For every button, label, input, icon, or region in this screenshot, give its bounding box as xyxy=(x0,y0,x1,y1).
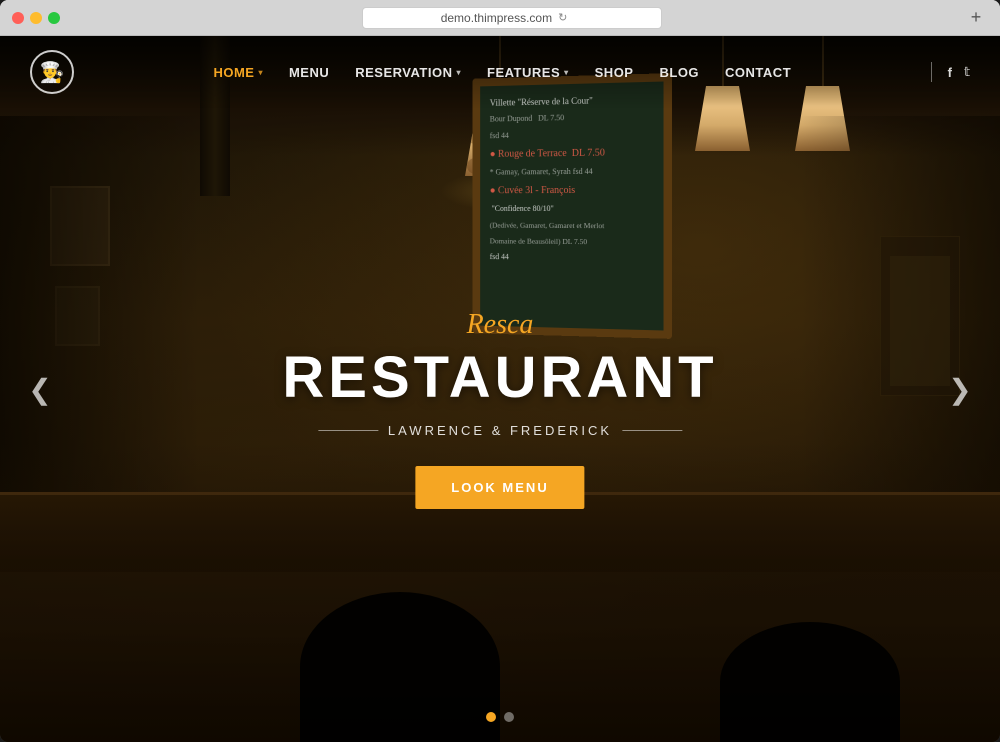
divider-line-right xyxy=(622,430,682,431)
facebook-icon[interactable]: f xyxy=(948,65,952,80)
figure-1 xyxy=(300,592,500,742)
arrow-right-icon: ❯ xyxy=(948,373,971,406)
slider-dots xyxy=(486,712,514,722)
address-input[interactable]: demo.thimpress.com ↻ xyxy=(362,7,662,29)
hero-divider: LAWRENCE & FREDERICK xyxy=(282,423,717,438)
maximize-button[interactable] xyxy=(48,12,60,24)
url-text: demo.thimpress.com xyxy=(441,11,552,25)
close-button[interactable] xyxy=(12,12,24,24)
nav-menu-label: MENU xyxy=(289,65,329,80)
nav-item-contact[interactable]: CONTACT xyxy=(725,65,791,80)
chalkboard-text: Villette "Réserve de la Cour" Bour Dupon… xyxy=(490,92,653,265)
nav-reservation-label: RESERVATION xyxy=(355,65,452,80)
nav-features-chevron: ▾ xyxy=(564,68,569,77)
logo-icon: 👨‍🍳 xyxy=(40,60,65,85)
browser-titlebar: demo.thimpress.com ↻ + xyxy=(0,0,1000,36)
arrow-left-icon: ❮ xyxy=(28,373,51,406)
nav-blog-label: BLOG xyxy=(659,65,699,80)
chalkboard-menu: Villette "Réserve de la Cour" Bour Dupon… xyxy=(473,73,672,339)
nav-features-label: FEATURES xyxy=(487,65,560,80)
site-logo[interactable]: 👨‍🍳 xyxy=(30,50,74,94)
nav-shop-label: SHOP xyxy=(595,65,634,80)
slider-arrow-right[interactable]: ❯ xyxy=(940,369,980,409)
hero-title: RESTAURANT xyxy=(282,349,717,407)
nav-links: HOME ▾ MENU RESERVATION ▾ FEATURES ▾ SHO… xyxy=(213,65,791,80)
navbar: 👨‍🍳 HOME ▾ MENU RESERVATION ▾ FEATURES ▾ xyxy=(0,36,1000,108)
nav-item-blog[interactable]: BLOG xyxy=(659,65,699,80)
address-bar-container: demo.thimpress.com ↻ xyxy=(68,7,956,29)
nav-item-menu[interactable]: MENU xyxy=(289,65,329,80)
slider-dot-2[interactable] xyxy=(504,712,514,722)
browser-window: demo.thimpress.com ↻ + xyxy=(0,0,1000,742)
nav-reservation-chevron: ▾ xyxy=(457,68,462,77)
nav-social: f 𝕥 xyxy=(948,64,970,80)
nav-item-reservation[interactable]: RESERVATION ▾ xyxy=(355,65,461,80)
wall-art-right xyxy=(890,256,950,386)
traffic-lights xyxy=(12,12,60,24)
hero-content: Resca RESTAURANT LAWRENCE & FREDERICK LO… xyxy=(282,309,717,509)
divider-line-left xyxy=(318,430,378,431)
nav-home-chevron: ▾ xyxy=(258,68,263,77)
nav-home-label: HOME xyxy=(213,65,254,80)
minimize-button[interactable] xyxy=(30,12,42,24)
hero-subtitle: Resca xyxy=(282,309,717,341)
nav-contact-label: CONTACT xyxy=(725,65,791,80)
nav-item-home[interactable]: HOME ▾ xyxy=(213,65,263,80)
slider-arrow-left[interactable]: ❮ xyxy=(20,369,60,409)
twitter-icon[interactable]: 𝕥 xyxy=(964,64,970,80)
website-content: Villette "Réserve de la Cour" Bour Dupon… xyxy=(0,36,1000,742)
new-tab-button[interactable]: + xyxy=(964,6,988,30)
cta-button[interactable]: LOOK MENU xyxy=(415,466,584,509)
nav-item-shop[interactable]: SHOP xyxy=(595,65,634,80)
hero-tagline: LAWRENCE & FREDERICK xyxy=(388,423,612,438)
nav-item-features[interactable]: FEATURES ▾ xyxy=(487,65,569,80)
figure-2 xyxy=(720,622,900,742)
slider-dot-1[interactable] xyxy=(486,712,496,722)
nav-divider xyxy=(931,62,932,82)
refresh-icon[interactable]: ↻ xyxy=(558,11,567,24)
